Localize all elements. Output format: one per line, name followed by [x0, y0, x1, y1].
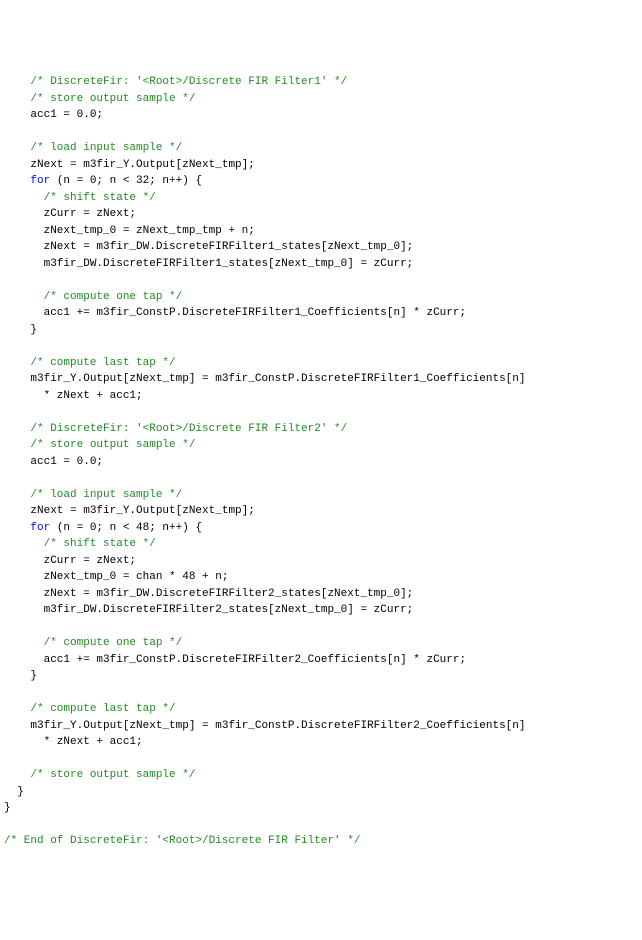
- code-line: /* load input sample */: [4, 487, 638, 504]
- code-token: acc1 = 0.0;: [30, 109, 103, 121]
- code-token: zCurr = zNext;: [44, 208, 136, 220]
- code-token: zNext_tmp_0 = zNext_tmp_tmp + n;: [44, 225, 255, 237]
- code-line: /* compute last tap */: [4, 701, 638, 718]
- code-token: zNext = m3fir_Y.Output[zNext_tmp];: [30, 505, 254, 517]
- code-line: [4, 619, 638, 636]
- code-line: acc1 += m3fir_ConstP.DiscreteFIRFilter1_…: [4, 305, 638, 322]
- code-line: /* load input sample */: [4, 140, 638, 157]
- code-token: zNext_tmp_0 = chan * 48 + n;: [44, 571, 229, 583]
- code-token: (n = 0; n < 32; n++) {: [50, 175, 202, 187]
- code-line: [4, 124, 638, 141]
- code-line: m3fir_DW.DiscreteFIRFilter1_states[zNext…: [4, 256, 638, 273]
- code-line: zNext = m3fir_Y.Output[zNext_tmp];: [4, 503, 638, 520]
- code-line: }: [4, 322, 638, 339]
- code-line: /* DiscreteFir: '<Root>/Discrete FIR Fil…: [4, 421, 638, 438]
- code-block: /* DiscreteFir: '<Root>/Discrete FIR Fil…: [4, 74, 638, 850]
- code-token: /* shift state */: [44, 538, 156, 550]
- code-line: [4, 338, 638, 355]
- code-line: zNext = m3fir_Y.Output[zNext_tmp];: [4, 157, 638, 174]
- code-line: [4, 751, 638, 768]
- code-line: [4, 817, 638, 834]
- code-token: acc1 += m3fir_ConstP.DiscreteFIRFilter1_…: [44, 307, 466, 319]
- code-token: zNext = m3fir_DW.DiscreteFIRFilter1_stat…: [44, 241, 414, 253]
- code-line: [4, 272, 638, 289]
- code-line: * zNext + acc1;: [4, 388, 638, 405]
- code-token: /* compute one tap */: [44, 291, 183, 303]
- code-token: /* End of DiscreteFir: '<Root>/Discrete …: [4, 835, 360, 847]
- code-line: for (n = 0; n < 48; n++) {: [4, 520, 638, 537]
- code-token: m3fir_DW.DiscreteFIRFilter1_states[zNext…: [44, 258, 414, 270]
- code-line: /* shift state */: [4, 190, 638, 207]
- code-line: }: [4, 784, 638, 801]
- code-line: /* End of DiscreteFir: '<Root>/Discrete …: [4, 833, 638, 850]
- code-token: for: [30, 522, 50, 534]
- code-token: /* load input sample */: [30, 489, 182, 501]
- code-line: zCurr = zNext;: [4, 206, 638, 223]
- code-token: /* store output sample */: [30, 769, 195, 781]
- code-token: acc1 += m3fir_ConstP.DiscreteFIRFilter2_…: [44, 654, 466, 666]
- code-token: /* compute one tap */: [44, 637, 183, 649]
- code-token: m3fir_Y.Output[zNext_tmp] = m3fir_ConstP…: [30, 720, 525, 732]
- code-token: (n = 0; n < 48; n++) {: [50, 522, 202, 534]
- code-line: [4, 685, 638, 702]
- code-token: /* load input sample */: [30, 142, 182, 154]
- code-token: }: [17, 786, 24, 798]
- code-token: /* store output sample */: [30, 93, 195, 105]
- code-line: zNext_tmp_0 = chan * 48 + n;: [4, 569, 638, 586]
- code-token: }: [30, 670, 37, 682]
- code-line: /* store output sample */: [4, 91, 638, 108]
- code-line: [4, 470, 638, 487]
- code-line: /* store output sample */: [4, 767, 638, 784]
- code-line: /* compute one tap */: [4, 289, 638, 306]
- code-token: /* compute last tap */: [30, 703, 175, 715]
- code-line: zNext = m3fir_DW.DiscreteFIRFilter1_stat…: [4, 239, 638, 256]
- code-line: acc1 = 0.0;: [4, 107, 638, 124]
- code-token: zNext = m3fir_Y.Output[zNext_tmp];: [30, 159, 254, 171]
- code-line: /* store output sample */: [4, 437, 638, 454]
- code-line: zCurr = zNext;: [4, 553, 638, 570]
- code-token: /* compute last tap */: [30, 357, 175, 369]
- code-token: m3fir_Y.Output[zNext_tmp] = m3fir_ConstP…: [30, 373, 525, 385]
- code-line: acc1 = 0.0;: [4, 454, 638, 471]
- code-line: }: [4, 668, 638, 685]
- code-token: zCurr = zNext;: [44, 555, 136, 567]
- code-token: /* DiscreteFir: '<Root>/Discrete FIR Fil…: [30, 76, 347, 88]
- code-line: /* shift state */: [4, 536, 638, 553]
- code-line: zNext_tmp_0 = zNext_tmp_tmp + n;: [4, 223, 638, 240]
- code-token: /* DiscreteFir: '<Root>/Discrete FIR Fil…: [30, 423, 347, 435]
- code-line: }: [4, 800, 638, 817]
- code-line: m3fir_Y.Output[zNext_tmp] = m3fir_ConstP…: [4, 718, 638, 735]
- code-line: * zNext + acc1;: [4, 734, 638, 751]
- code-line: m3fir_DW.DiscreteFIRFilter2_states[zNext…: [4, 602, 638, 619]
- code-line: /* DiscreteFir: '<Root>/Discrete FIR Fil…: [4, 74, 638, 91]
- code-line: /* compute one tap */: [4, 635, 638, 652]
- code-line: acc1 += m3fir_ConstP.DiscreteFIRFilter2_…: [4, 652, 638, 669]
- code-token: for: [30, 175, 50, 187]
- code-token: /* store output sample */: [30, 439, 195, 451]
- code-line: zNext = m3fir_DW.DiscreteFIRFilter2_stat…: [4, 586, 638, 603]
- code-line: m3fir_Y.Output[zNext_tmp] = m3fir_ConstP…: [4, 371, 638, 388]
- code-token: zNext = m3fir_DW.DiscreteFIRFilter2_stat…: [44, 588, 414, 600]
- code-token: /* shift state */: [44, 192, 156, 204]
- code-token: acc1 = 0.0;: [30, 456, 103, 468]
- code-line: /* compute last tap */: [4, 355, 638, 372]
- code-line: for (n = 0; n < 32; n++) {: [4, 173, 638, 190]
- code-token: }: [30, 324, 37, 336]
- code-token: * zNext + acc1;: [44, 736, 143, 748]
- code-token: m3fir_DW.DiscreteFIRFilter2_states[zNext…: [44, 604, 414, 616]
- code-token: * zNext + acc1;: [44, 390, 143, 402]
- code-line: [4, 404, 638, 421]
- code-token: }: [4, 802, 11, 814]
